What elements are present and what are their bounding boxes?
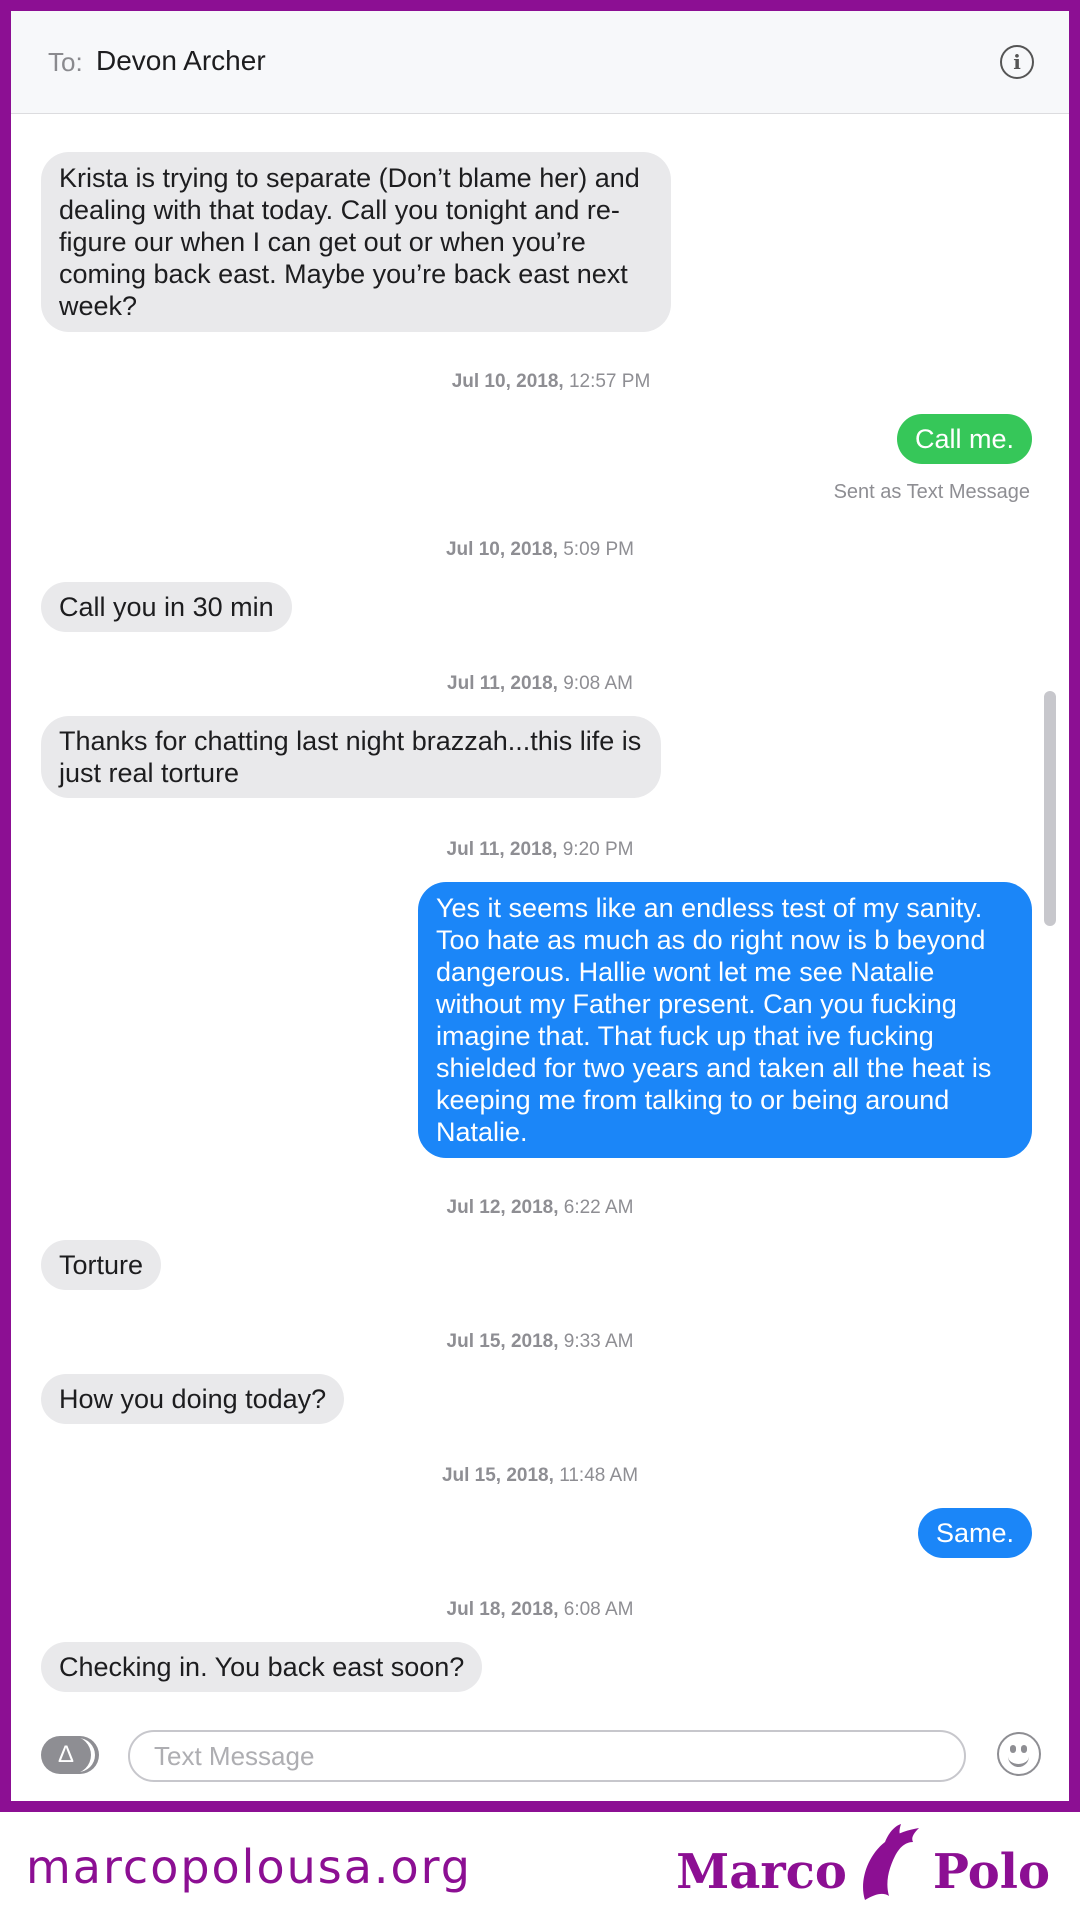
timestamp: Jul 10, 2018, 12:57 PM: [451, 371, 651, 392]
emoji-icon[interactable]: [997, 1732, 1041, 1776]
watermark-footer: marcopolousa.org Marco Polo: [0, 1812, 1080, 1920]
outgoing-message[interactable]: Yes it seems like an endless test of my …: [418, 882, 1046, 1159]
message-text: Yes it seems like an endless test of my …: [436, 893, 992, 1147]
message-text: Krista is trying to separate (Don’t blam…: [59, 163, 640, 321]
message-text: Call me.: [914, 424, 1014, 454]
incoming-message[interactable]: Call you in 30 min: [27, 582, 292, 633]
timestamp: Jul 10, 2018, 5:09 PM: [445, 539, 634, 560]
brand-right: Polo: [932, 1844, 1050, 1900]
timestamp: Jul 11, 2018, 9:08 AM: [447, 673, 633, 694]
incoming-message[interactable]: How you doing today?: [26, 1374, 345, 1425]
timestamp: Jul 12, 2018, 6:22 AM: [446, 1197, 634, 1218]
messages-window: To: Devon Archer i Krista is trying to s…: [0, 0, 1080, 1812]
message-text: Call you in 30 min: [59, 592, 274, 622]
incoming-message[interactable]: Checking in. You back east soon?: [26, 1642, 483, 1693]
brand-logo: Marco Polo: [676, 1824, 1050, 1902]
dolphin-icon: [862, 1824, 919, 1900]
message-input[interactable]: [128, 1730, 966, 1782]
outgoing-message[interactable]: Same.: [917, 1508, 1047, 1559]
app-store-icon[interactable]: ∆: [41, 1736, 91, 1774]
timestamp: Jul 18, 2018, 6:08 AM: [446, 1599, 634, 1620]
timestamp: Jul 15, 2018, 9:33 AM: [446, 1331, 634, 1352]
timestamp: Jul 11, 2018, 9:20 PM: [446, 839, 634, 860]
message-text: Same.: [935, 1518, 1014, 1548]
timestamp: Jul 15, 2018, 11:48 AM: [441, 1465, 639, 1486]
delivery-status: Sent as Text Message: [833, 481, 1030, 503]
info-icon[interactable]: i: [1000, 45, 1034, 79]
conversation-header: To: Devon Archer i: [11, 11, 1069, 114]
message-text: Torture: [59, 1250, 144, 1280]
to-label: To:: [48, 47, 83, 77]
website-label: marcopolousa.org: [26, 1840, 472, 1894]
message-text: Checking in. You back east soon?: [59, 1652, 465, 1682]
recipient-name[interactable]: Devon Archer: [96, 45, 266, 77]
incoming-message[interactable]: Torture: [26, 1240, 162, 1291]
outgoing-message[interactable]: Call me.: [896, 414, 1047, 465]
scrollbar-thumb[interactable]: [1044, 691, 1056, 926]
incoming-message[interactable]: Krista is trying to separate (Don’t blam…: [27, 152, 671, 333]
message-text: How you doing today?: [59, 1384, 327, 1414]
brand-left: Marco: [676, 1844, 847, 1900]
message-text: Thanks for chatting last night brazzah..…: [59, 726, 642, 788]
incoming-message[interactable]: Thanks for chatting last night brazzah..…: [27, 716, 661, 799]
compose-bar: ∆: [11, 1716, 1069, 1801]
